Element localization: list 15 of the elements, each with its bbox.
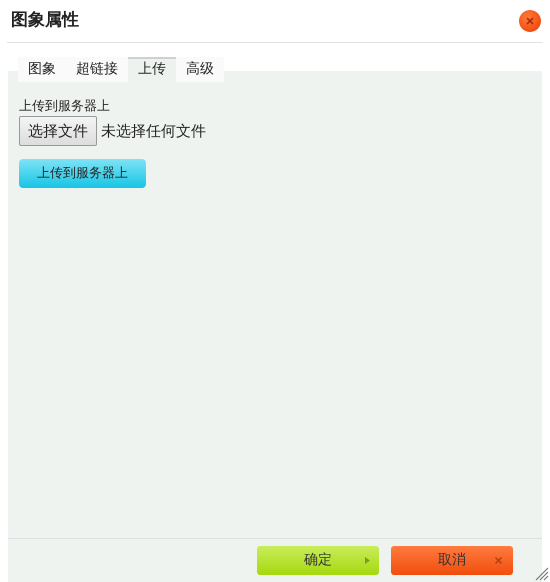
ok-button[interactable]: 确定 [257, 546, 379, 575]
resize-grip-icon [535, 567, 549, 581]
tab[interactable]: 高级 [176, 57, 224, 82]
tab[interactable]: 图象 [18, 57, 66, 82]
dialog-title: 图象属性 [11, 9, 79, 32]
close-icon [495, 557, 502, 564]
close-button[interactable] [519, 10, 541, 32]
file-status: 未选择任何文件 [101, 120, 206, 142]
play-icon [365, 557, 370, 564]
tab[interactable]: 超链接 [66, 57, 128, 82]
upload-button[interactable]: 上传到服务器上 [19, 159, 146, 188]
choose-file-button[interactable]: 选择文件 [19, 116, 97, 146]
cancel-button[interactable]: 取消 [391, 546, 513, 575]
close-icon [526, 17, 534, 25]
upload-label: 上传到服务器上 [19, 99, 111, 115]
